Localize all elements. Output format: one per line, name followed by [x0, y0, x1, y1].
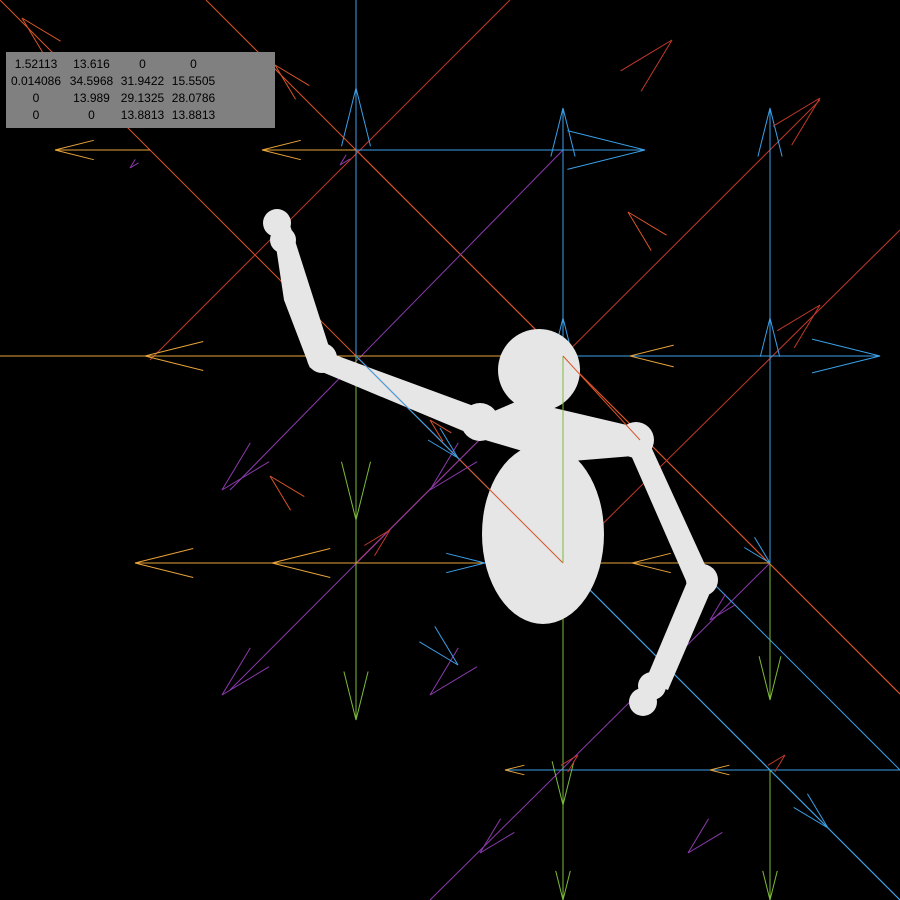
matrix-cell: 28.0786 [171, 91, 216, 105]
matrix-cell: 0 [32, 108, 40, 122]
matrix-cell: 13.8813 [171, 108, 216, 122]
matrix-cell: 29.1325 [120, 91, 165, 105]
matrix-cell: 31.9422 [120, 74, 165, 88]
matrix-cell: 0 [88, 108, 95, 122]
game-viewport[interactable] [0, 0, 900, 900]
matrix-cell: 15.5505 [171, 74, 216, 88]
matrix-row: 0 13.989 29.1325 28.0786 [6, 90, 275, 107]
matrix-cell: 13.8813 [120, 108, 165, 122]
matrix-row: 0 0 13.8813 13.8813 [6, 107, 275, 124]
figure-torso[interactable] [482, 444, 604, 624]
matrix-cell: 0.014086 [10, 74, 62, 88]
figure-left-hand-joint[interactable] [270, 227, 296, 253]
figure-head[interactable] [498, 329, 580, 411]
matrix-cell: 13.989 [73, 91, 110, 105]
matrix-cell: 0 [32, 91, 40, 105]
matrix-row: 0.014086 34.5968 31.9422 15.5505 [6, 73, 275, 90]
figure-left-shoulder[interactable] [461, 403, 499, 441]
matrix-cell: 34.5968 [69, 74, 114, 88]
matrix-overlay: 1.52113 13.616 0 0 0.014086 34.5968 31.9… [6, 52, 275, 128]
matrix-cell: 0 [190, 57, 197, 71]
matrix-cell: 0 [139, 57, 146, 71]
matrix-cell: 1.52113 [14, 57, 58, 71]
figure-left-elbow[interactable] [307, 343, 337, 373]
figure-right-hand[interactable] [629, 688, 657, 716]
figure-right-shoulder[interactable] [618, 422, 654, 458]
matrix-row: 1.52113 13.616 0 0 [6, 56, 275, 73]
matrix-cell: 13.616 [73, 57, 110, 71]
